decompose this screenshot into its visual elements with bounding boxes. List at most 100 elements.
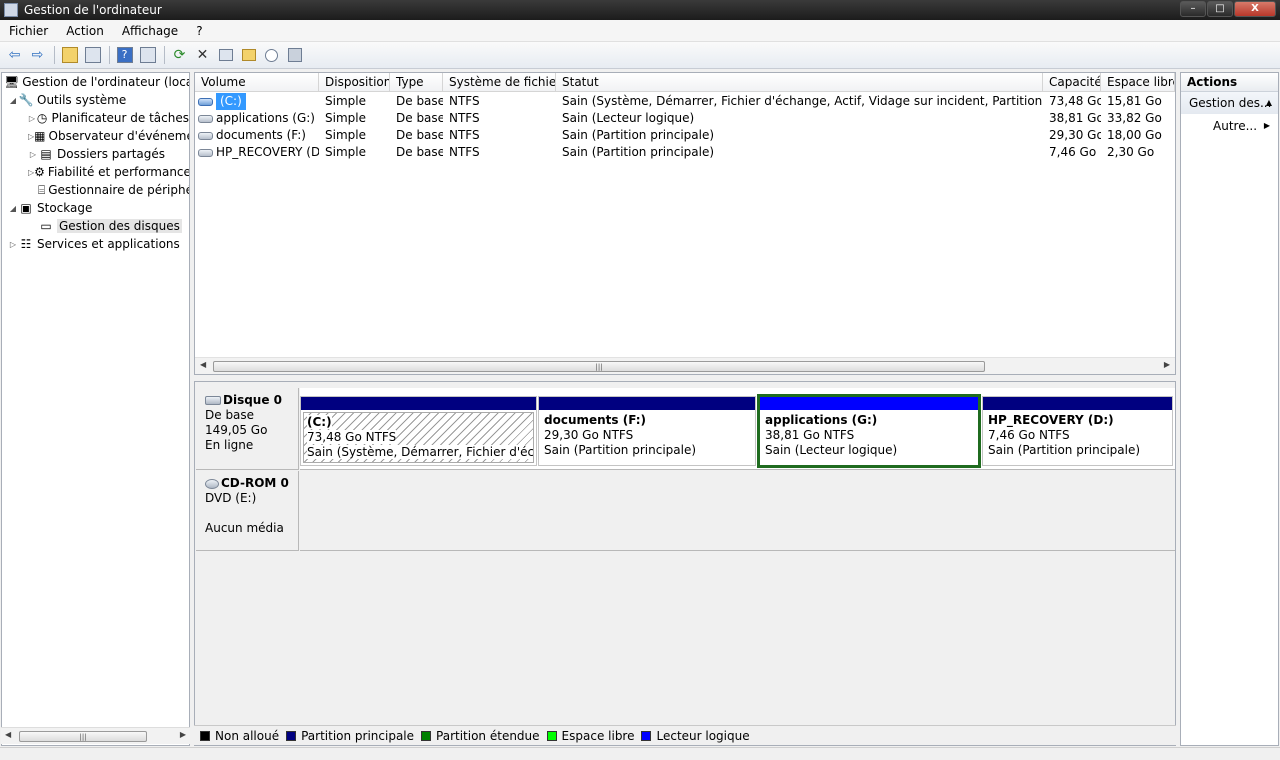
tree-item-label: Observateur d'événeme <box>48 129 190 143</box>
expanded-arrow-icon[interactable]: ◢ <box>8 204 18 213</box>
tree-item-label: Outils système <box>37 93 127 107</box>
menu-affichage[interactable]: Affichage <box>113 24 187 38</box>
drive-info <box>205 506 289 521</box>
list-horizontal-scrollbar[interactable]: ◀ ||| ▶ <box>195 357 1175 374</box>
column-statut[interactable]: Statut <box>556 73 1043 92</box>
disk-graphical-view: Disque 0 De base 149,05 Go En ligne (C:)… <box>194 381 1176 746</box>
capacity-cell: 73,48 Go <box>1049 94 1101 108</box>
up-folder-icon[interactable] <box>59 45 80 66</box>
toolbar: ⇦ ⇨ ? ⟳ ✕ <box>0 42 1280 69</box>
refresh-icon[interactable]: ⟳ <box>169 45 190 66</box>
maximize-button[interactable]: □ <box>1207 1 1233 17</box>
open-folder-icon[interactable] <box>238 45 259 66</box>
event-viewer-icon: ▦ <box>34 129 46 143</box>
partition-legend: Non alloué Partition principale Partitio… <box>194 725 1176 745</box>
menu-help[interactable]: ? <box>187 24 211 38</box>
action-autre[interactable]: Autre... ▶ <box>1181 114 1278 138</box>
settings-icon[interactable] <box>284 45 305 66</box>
scroll-left-icon[interactable]: ◀ <box>200 360 206 369</box>
scroll-left-icon[interactable]: ◀ <box>5 730 11 739</box>
column-disposition[interactable]: Disposition <box>319 73 390 92</box>
show-hide-tree-icon[interactable] <box>82 45 103 66</box>
services-icon: ☷ <box>20 237 32 251</box>
close-button[interactable]: X <box>1234 1 1276 17</box>
legend-label: Lecteur logique <box>656 728 750 743</box>
partition-name: documents (F:) <box>544 413 647 427</box>
partition-name: HP_RECOVERY (D:) <box>988 413 1114 427</box>
column-type[interactable]: Type <box>390 73 443 92</box>
status-cell: Sain (Partition principale) <box>562 145 715 159</box>
tree-item-services-applications[interactable]: ▷ ☷ Services et applications <box>2 235 189 253</box>
partition-d[interactable]: HP_RECOVERY (D:) 7,46 Go NTFS Sain (Part… <box>982 396 1173 466</box>
menu-fichier[interactable]: Fichier <box>0 24 57 38</box>
cdrom-0-label[interactable]: CD-ROM 0 DVD (E:) Aucun média <box>196 471 299 551</box>
window-controls: – □ X <box>1179 1 1276 17</box>
legend-item: Partition étendue <box>421 729 540 743</box>
free-space-cell: 18,00 Go <box>1107 128 1162 142</box>
capacity-cell: 29,30 Go <box>1049 128 1101 142</box>
table-row[interactable]: (C:) Simple De base NTFS Sain (Système, … <box>195 93 1175 110</box>
clock-icon: ◷ <box>36 111 48 125</box>
legend-item: Partition principale <box>286 729 414 743</box>
actions-pane: Actions Gestion des... ▲ Autre... ▶ <box>1180 72 1279 746</box>
disposition-cell: Simple <box>325 128 366 142</box>
partition-status: Sain (Partition principale) <box>988 443 1141 457</box>
tree-item-observateur[interactable]: ▷ ▦ Observateur d'événeme <box>2 127 189 145</box>
volume-icon <box>198 131 213 140</box>
tree-item-fiabilite[interactable]: ▷ ⚙ Fiabilité et performance <box>2 163 189 181</box>
search-icon[interactable] <box>261 45 282 66</box>
collapsed-arrow-icon[interactable]: ▷ <box>28 114 36 123</box>
menu-action[interactable]: Action <box>57 24 113 38</box>
tree-horizontal-scrollbar[interactable]: ◀ ||| ▶ <box>1 727 190 744</box>
show-hide-action-pane-icon[interactable] <box>137 45 158 66</box>
partition-size: 29,30 Go NTFS <box>544 428 634 442</box>
table-row[interactable]: HP_RECOVERY (D:) Simple De base NTFS Sai… <box>195 144 1175 161</box>
hard-disk-icon <box>205 396 221 405</box>
scroll-right-icon[interactable]: ▶ <box>180 730 186 739</box>
capacity-cell: 38,81 Go <box>1049 111 1101 125</box>
disk-0-label[interactable]: Disque 0 De base 149,05 Go En ligne <box>196 388 299 470</box>
actions-header: Actions <box>1181 73 1278 92</box>
actions-group-gestion-disques[interactable]: Gestion des... ▲ <box>1181 92 1278 114</box>
scrollbar-thumb[interactable]: ||| <box>19 731 147 742</box>
help-icon[interactable]: ? <box>114 45 135 66</box>
disk-name: Disque 0 <box>223 393 283 407</box>
back-icon[interactable]: ⇦ <box>4 45 25 66</box>
column-volume[interactable]: Volume <box>195 73 319 92</box>
tree-item-gestion-ordinateur[interactable]: 🖥 Gestion de l'ordinateur (local) <box>2 73 189 91</box>
partition-g[interactable]: applications (G:) 38,81 Go NTFS Sain (Le… <box>757 394 981 468</box>
forward-icon[interactable]: ⇨ <box>27 45 48 66</box>
minimize-button[interactable]: – <box>1180 1 1206 17</box>
menu-bar: Fichier Action Affichage ? <box>0 20 1280 42</box>
disk-size: 149,05 Go <box>205 423 268 437</box>
legend-item: Lecteur logique <box>641 728 750 743</box>
filesystem-cell: NTFS <box>449 94 480 108</box>
properties-icon[interactable] <box>215 45 236 66</box>
collapsed-arrow-icon[interactable]: ▷ <box>28 150 38 159</box>
tools-icon: 🔧 <box>18 93 34 107</box>
tree-item-outils-systeme[interactable]: ◢ 🔧 Outils système <box>2 91 189 109</box>
tree-item-gestion-disques[interactable]: ▭ Gestion des disques <box>2 217 189 235</box>
partition-f[interactable]: documents (F:) 29,30 Go NTFS Sain (Parti… <box>538 396 756 466</box>
collapse-up-icon[interactable]: ▲ <box>1266 92 1272 114</box>
partition-c[interactable]: (C:) 73,48 Go NTFS Sain (Système, Démarr… <box>300 396 537 466</box>
column-capacite[interactable]: Capacité <box>1043 73 1101 92</box>
type-cell: De base <box>396 111 443 125</box>
tree-item-gestionnaire-peripheriques[interactable]: ⌸ Gestionnaire de périphé <box>2 181 189 199</box>
tree-item-planificateur[interactable]: ▷ ◷ Planificateur de tâches <box>2 109 189 127</box>
delete-icon[interactable]: ✕ <box>192 45 213 66</box>
tree-item-dossiers-partages[interactable]: ▷ ▤ Dossiers partagés <box>2 145 189 163</box>
column-filesystem[interactable]: Système de fichiers <box>443 73 556 92</box>
expanded-arrow-icon[interactable]: ◢ <box>8 96 18 105</box>
scrollbar-thumb[interactable]: ||| <box>213 361 985 372</box>
volume-name: documents (F:) <box>216 128 306 142</box>
scroll-right-icon[interactable]: ▶ <box>1164 360 1170 369</box>
legend-label: Espace libre <box>561 728 635 743</box>
table-row[interactable]: applications (G:) Simple De base NTFS Sa… <box>195 110 1175 127</box>
disposition-cell: Simple <box>325 145 366 159</box>
column-espace-libre[interactable]: Espace libre <box>1101 73 1175 92</box>
collapsed-arrow-icon[interactable]: ▷ <box>8 240 18 249</box>
table-row[interactable]: documents (F:) Simple De base NTFS Sain … <box>195 127 1175 144</box>
tree-item-stockage[interactable]: ◢ ▣ Stockage <box>2 199 189 217</box>
computer-icon: 🖥 <box>4 75 20 89</box>
